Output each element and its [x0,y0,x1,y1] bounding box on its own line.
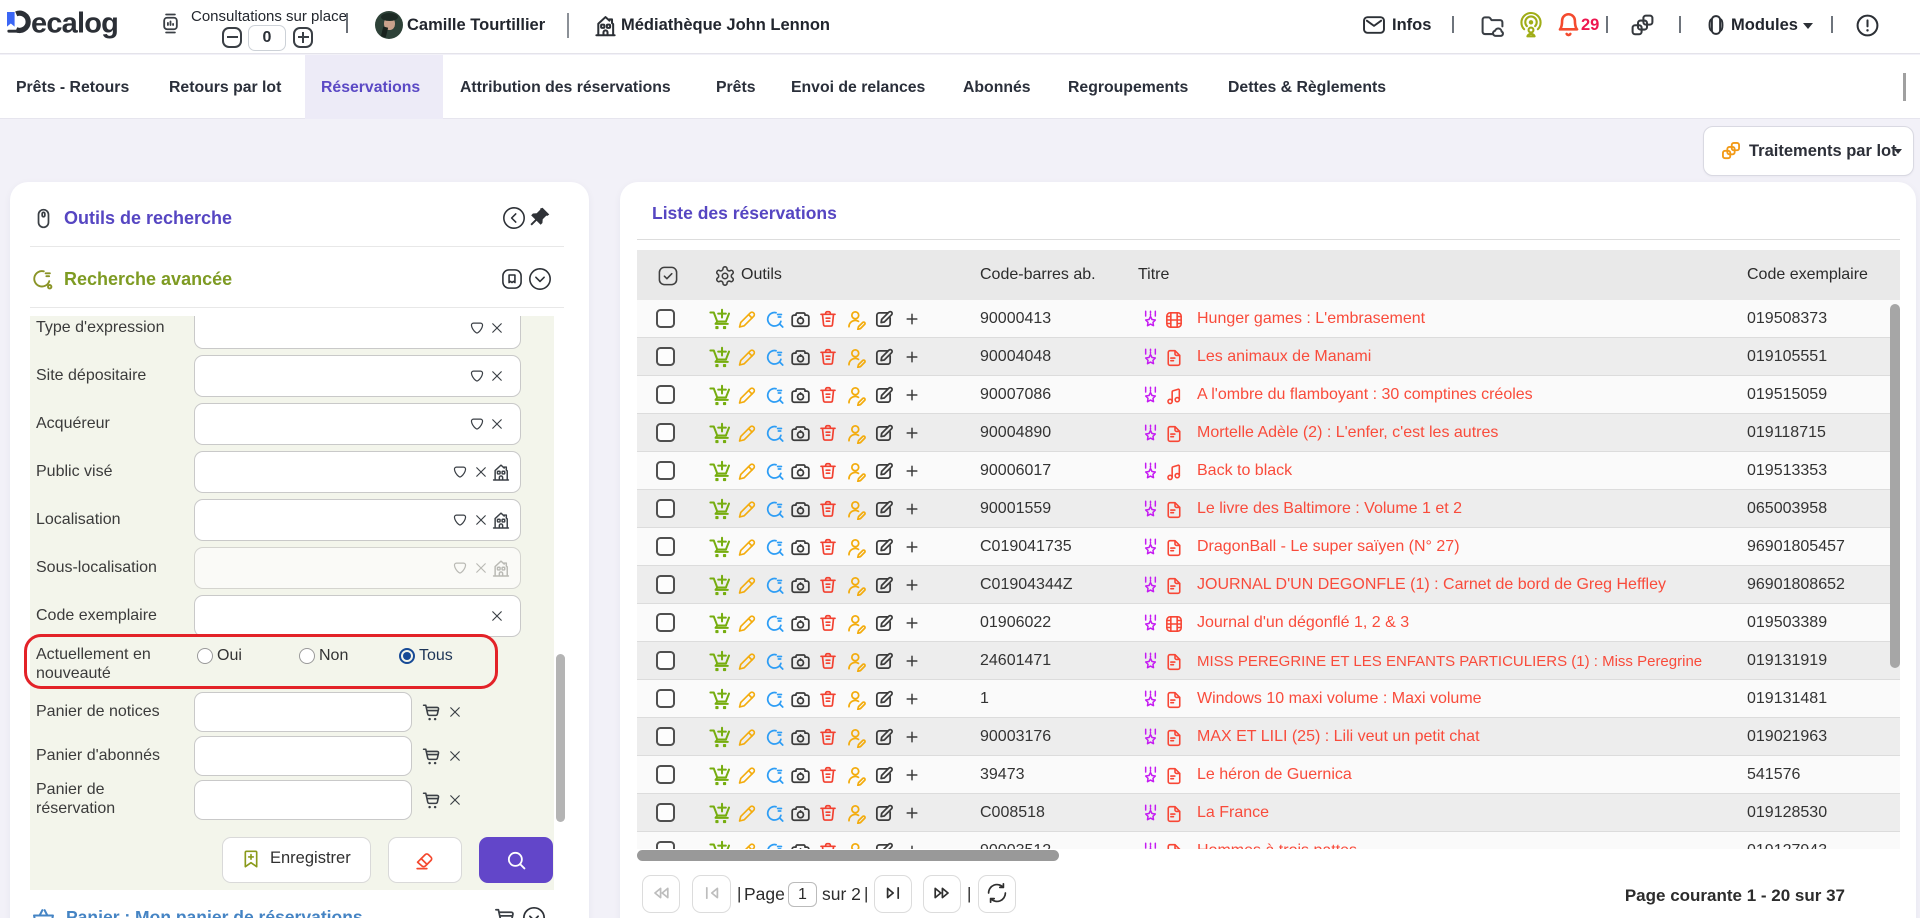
svg-text:ecalog: ecalog [31,8,118,40]
